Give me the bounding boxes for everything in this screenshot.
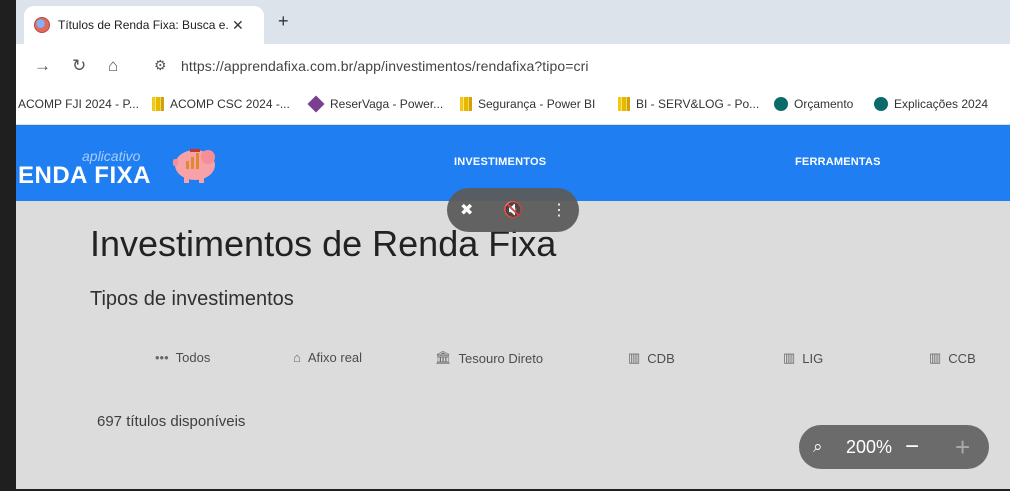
url-input[interactable]: https://apprendafixa.com.br/app/investim…	[181, 58, 589, 74]
dots-icon: •••	[155, 350, 169, 365]
filter-label: Afixo real	[307, 350, 363, 365]
mute-icon[interactable]: 🔇	[503, 200, 523, 220]
bookmark-label: Explicações 2024	[894, 97, 989, 111]
nav-investimentos[interactable]: INVESTIMENTOS	[454, 156, 546, 168]
filter-ccb[interactable]: ▥ CCB	[929, 350, 976, 366]
filter-lig[interactable]: ▥ LIG	[783, 350, 823, 366]
powerbi-icon	[460, 97, 472, 111]
reload-icon[interactable]: ↻	[72, 56, 86, 76]
bookmark-label: ReserVaga - Power...	[330, 97, 444, 111]
zoom-search-icon: ⌕	[813, 437, 823, 456]
building-icon: ▥	[929, 350, 942, 365]
filter-label: Todos	[175, 350, 211, 365]
zoom-out-button[interactable]: −	[905, 433, 919, 461]
browser-window: Títulos de Renda Fixa: Busca e... ✕ + → …	[16, 0, 1010, 489]
bookmark-label: BI - SERV&LOG - Po...	[636, 97, 760, 111]
filter-label: LIG	[802, 350, 824, 366]
bookmark-label: Orçamento	[794, 97, 854, 111]
bookmark-bi-servlog[interactable]: BI - SERV&LOG - Po...	[618, 97, 759, 111]
bank-icon: 🏛	[435, 350, 452, 365]
filter-tesouro-direto[interactable]: 🏛 Tesouro Direto	[435, 350, 543, 366]
bookmark-acomp-fji[interactable]: ACOMP FJI 2024 - P...	[18, 97, 139, 111]
zoom-level: 200%	[846, 437, 893, 457]
site-settings-icon[interactable]: ⚙	[154, 57, 167, 74]
address-toolbar: → ↻ ⌂ ⚙ https://apprendafixa.com.br/app/…	[16, 44, 1010, 88]
piggy-bank-icon	[173, 149, 215, 183]
active-tab[interactable]: Títulos de Renda Fixa: Busca e... ✕	[24, 6, 264, 44]
forward-icon[interactable]: →	[34, 56, 51, 76]
unpin-icon[interactable]: ✖	[460, 200, 473, 220]
tab-strip: Títulos de Renda Fixa: Busca e... ✕ +	[16, 0, 1010, 44]
powerbi-icon	[152, 97, 164, 111]
media-controls-pill: ✖ 🔇 ⋮	[447, 188, 579, 232]
bookmark-label: ACOMP CSC 2024 -...	[170, 97, 290, 111]
filter-label: CDB	[647, 350, 675, 366]
sharepoint-icon	[774, 97, 788, 111]
section-title: Tipos de investimentos	[90, 288, 294, 310]
zoom-control: ⌕ 200% − +	[799, 425, 989, 469]
filter-cdb[interactable]: ▥ CDB	[628, 350, 675, 366]
filter-label: Tesouro Direto	[458, 350, 544, 366]
sharepoint-icon	[874, 97, 888, 111]
more-options-icon[interactable]: ⋮	[551, 200, 567, 220]
filter-label: CCB	[948, 350, 976, 366]
site-logo[interactable]: ENDA FIXA	[18, 162, 151, 190]
zoom-in-button[interactable]: +	[955, 432, 970, 463]
bookmark-acomp-csc[interactable]: ACOMP CSC 2024 -...	[152, 97, 290, 111]
diamond-icon	[307, 95, 325, 113]
filter-afixo-real[interactable]: ⌂ Afixo real	[293, 350, 362, 365]
building-icon: ▥	[783, 350, 796, 365]
bookmark-seguranca[interactable]: Segurança - Power BI	[460, 97, 595, 111]
home-icon: ⌂	[293, 350, 301, 365]
home-icon[interactable]: ⌂	[108, 56, 118, 76]
bookmark-label: ACOMP FJI 2024 - P...	[18, 97, 139, 111]
site-favicon-icon	[34, 17, 50, 33]
tab-title: Títulos de Renda Fixa: Busca e...	[58, 18, 228, 32]
nav-ferramentas[interactable]: FERRAMENTAS	[795, 156, 881, 168]
available-count: 697 títulos disponíveis	[97, 413, 246, 430]
powerbi-icon	[618, 97, 630, 111]
bookmark-reservaga[interactable]: ReserVaga - Power...	[307, 95, 444, 113]
bookmark-explicacoes[interactable]: Explicações 2024	[874, 97, 988, 111]
bookmark-label: Segurança - Power BI	[478, 97, 596, 111]
bookmark-orcamento[interactable]: Orçamento	[774, 97, 853, 111]
new-tab-button[interactable]: +	[278, 11, 289, 32]
bookmarks-bar: ACOMP FJI 2024 - P... ACOMP CSC 2024 -..…	[16, 88, 1010, 125]
filter-todos[interactable]: ••• Todos	[155, 350, 210, 365]
building-icon: ▥	[628, 350, 641, 365]
close-tab-icon[interactable]: ✕	[232, 17, 244, 34]
